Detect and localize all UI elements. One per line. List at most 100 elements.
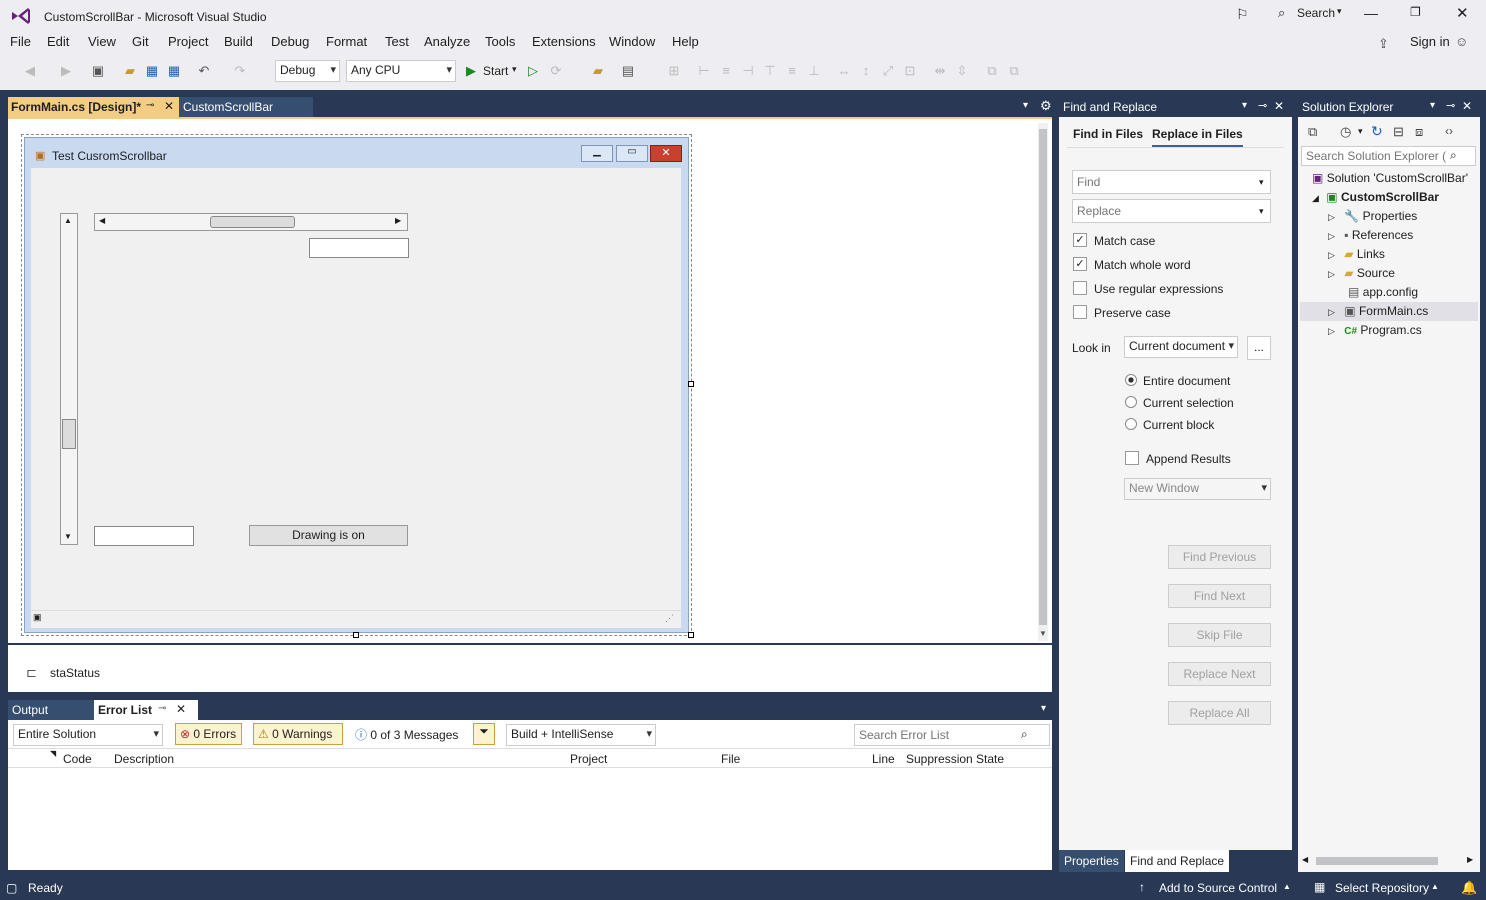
tree-item-source[interactable]: ▷ ▰ Source	[1328, 266, 1395, 280]
scroll-right-icon[interactable]: ▶	[1467, 855, 1473, 864]
menu-tools[interactable]: Tools	[485, 34, 515, 49]
column-suppression-state[interactable]: Suppression State	[906, 752, 1004, 766]
vertical-scrollbar[interactable]: ▲ ▼	[60, 213, 78, 545]
use-regex-checkbox[interactable]	[1073, 281, 1087, 295]
solution-hscroll-thumb[interactable]	[1316, 857, 1438, 865]
forward-icon[interactable]: ▶	[58, 63, 74, 79]
same-height-icon[interactable]: ↕	[858, 63, 874, 79]
menu-help[interactable]: Help	[672, 34, 699, 49]
replace-history-icon[interactable]: ▾	[1259, 206, 1264, 217]
scroll-left-icon[interactable]: ◀	[99, 216, 105, 225]
results-window-select[interactable]: New Window	[1124, 478, 1271, 500]
minimize-button[interactable]: —	[1364, 5, 1378, 21]
resize-handle-right[interactable]	[688, 381, 694, 387]
menu-analyze[interactable]: Analyze	[424, 34, 470, 49]
collapsed-arrow-icon[interactable]: ▷	[1328, 231, 1335, 241]
current-block-label[interactable]: Current block	[1143, 418, 1214, 432]
panel-menu-icon[interactable]: ▾	[1242, 100, 1247, 111]
match-case-checkbox[interactable]: ✓	[1073, 233, 1087, 247]
search-label[interactable]: Search	[1297, 6, 1335, 20]
send-back-icon[interactable]: ⧉	[1006, 63, 1022, 79]
current-selection-radio[interactable]	[1125, 396, 1137, 408]
menu-extensions[interactable]: Extensions	[532, 34, 596, 49]
save-icon[interactable]: ▦	[144, 63, 160, 79]
horizontal-scroll-thumb[interactable]	[210, 216, 295, 228]
close-panel-icon[interactable]: ✕	[1274, 99, 1284, 113]
filter-icon[interactable]: ⏷	[473, 723, 495, 745]
sign-in-link[interactable]: Sign in	[1410, 34, 1450, 49]
tray-component-label[interactable]: staStatus	[50, 666, 100, 680]
column-file[interactable]: File	[721, 752, 740, 766]
start-dropdown-icon[interactable]: ▾	[512, 64, 517, 75]
collapsed-arrow-icon[interactable]: ▷	[1328, 307, 1335, 317]
pin-icon[interactable]: ⊸	[146, 100, 154, 111]
form-maximize-button[interactable]: ▭	[616, 145, 648, 162]
scroll-left-icon[interactable]: ◀	[1302, 855, 1308, 864]
column-code[interactable]: Code	[63, 752, 92, 766]
tree-item-references[interactable]: ▷ ▪ References	[1328, 228, 1413, 242]
output-window-icon[interactable]: ▢	[6, 881, 17, 895]
start-button[interactable]: Start	[483, 64, 508, 78]
menu-format[interactable]: Format	[326, 34, 367, 49]
align-middle-icon[interactable]: ≡	[784, 63, 800, 79]
preserve-case-label[interactable]: Preserve case	[1094, 306, 1171, 320]
menu-debug[interactable]: Debug	[271, 34, 309, 49]
bring-front-icon[interactable]: ⧉	[984, 63, 1000, 79]
find-input[interactable]	[1072, 170, 1271, 194]
entire-document-radio[interactable]	[1125, 374, 1137, 386]
use-regex-label[interactable]: Use regular expressions	[1094, 282, 1223, 296]
match-whole-word-checkbox[interactable]: ✓	[1073, 257, 1087, 271]
designer-scroll-down-icon[interactable]: ▼	[1039, 629, 1047, 638]
tree-item-links[interactable]: ▷ ▰ Links	[1328, 247, 1385, 261]
refresh-icon[interactable]: ↻	[1371, 123, 1383, 140]
scroll-down-icon[interactable]: ▼	[64, 532, 72, 541]
history-dropdown-icon[interactable]: ▾	[1358, 126, 1363, 137]
restore-button[interactable]: ❐	[1410, 5, 1421, 19]
search-icon[interactable]: ⌕	[1021, 727, 1028, 742]
start-without-debug-icon[interactable]: ▷	[525, 63, 541, 79]
panel-menu-icon[interactable]: ▾	[1430, 100, 1435, 111]
bottom-tab-list-icon[interactable]: ▾	[1041, 703, 1046, 714]
tree-solution[interactable]: ▣ Solution 'CustomScrollBar'	[1312, 171, 1468, 185]
solution-hscroll[interactable]: ◀ ▶	[1302, 854, 1476, 868]
match-case-label[interactable]: Match case	[1094, 234, 1155, 248]
grid-icon[interactable]: ⊞	[666, 63, 682, 79]
tab-customscrollbar[interactable]: CustomScrollBar	[179, 97, 313, 117]
tree-project[interactable]: ◢ ▣ CustomScrollBar	[1312, 190, 1439, 204]
form-close-button[interactable]: ✕	[650, 145, 682, 162]
close-window-button[interactable]: ✕	[1456, 4, 1469, 22]
expanded-arrow-icon[interactable]: ◢	[1312, 193, 1319, 203]
same-width-icon[interactable]: ↔	[836, 63, 852, 79]
form-window[interactable]: ▣ Test CusromScrollbar ▁ ▭ ✕ ▲ ▼ ◀ ▶ Dra…	[24, 137, 689, 633]
designer-vscroll[interactable]: ▼	[1038, 123, 1048, 641]
collapsed-arrow-icon[interactable]: ▷	[1328, 250, 1335, 260]
save-all-icon[interactable]: ▦	[166, 63, 182, 79]
warnings-filter-button[interactable]: ⚠ 0 Warnings	[253, 723, 343, 745]
tab-formmain-design[interactable]: FormMain.cs [Design]* ⊸ ✕	[8, 97, 179, 117]
v-spacing-icon[interactable]: ⇳	[954, 63, 970, 79]
search-icon[interactable]: ⌕	[1278, 5, 1285, 21]
tree-item-properties[interactable]: ▷ 🔧 Properties	[1328, 209, 1417, 223]
redo-icon[interactable]: ↷	[232, 63, 248, 79]
vertical-scroll-thumb[interactable]	[62, 419, 76, 449]
pin-icon[interactable]: ⊸	[158, 703, 166, 714]
tree-item-program[interactable]: ▷ C# Program.cs	[1328, 323, 1422, 337]
new-project-icon[interactable]: ▣	[90, 63, 106, 79]
textbox-top[interactable]	[309, 238, 409, 258]
back-icon[interactable]: ◀	[22, 63, 38, 79]
browse-button[interactable]: ...	[1247, 336, 1271, 360]
menu-project[interactable]: Project	[168, 34, 208, 49]
hot-reload-icon[interactable]: ⟳	[548, 63, 564, 79]
switch-views-icon[interactable]: ⧉	[1308, 124, 1317, 140]
skip-file-button[interactable]: Skip File	[1168, 623, 1271, 647]
errors-filter-button[interactable]: ⊗ 0 Errors	[175, 723, 242, 745]
menu-build[interactable]: Build	[224, 34, 253, 49]
menu-window[interactable]: Window	[609, 34, 655, 49]
column-project[interactable]: Project	[570, 752, 607, 766]
menu-edit[interactable]: Edit	[47, 34, 69, 49]
build-filter-select[interactable]: Build + IntelliSense	[506, 724, 656, 746]
close-tab-icon[interactable]: ✕	[164, 99, 174, 113]
menu-view[interactable]: View	[88, 34, 116, 49]
history-icon[interactable]: ◷	[1340, 124, 1351, 140]
same-size-icon[interactable]: ⤢	[880, 63, 896, 79]
